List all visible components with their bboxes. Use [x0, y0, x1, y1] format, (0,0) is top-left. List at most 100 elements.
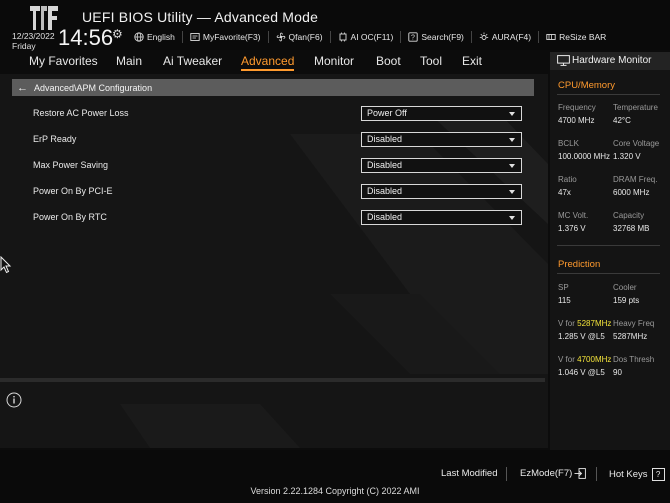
ratio-value: 47x [558, 188, 571, 197]
prediction-heading: Prediction [558, 259, 601, 270]
date-text: 12/23/2022 [12, 31, 55, 41]
tab-my-favorites[interactable]: My Favorites [29, 54, 98, 68]
hardware-monitor-panel: Hardware Monitor CPU/Memory Frequency 47… [550, 52, 670, 450]
favorite-icon [190, 33, 200, 41]
resize-bar-icon [546, 34, 556, 40]
setting-row-power-on-rtc[interactable]: Power On By RTC Disabled [0, 209, 548, 227]
qfan-label: Qfan(F6) [288, 32, 323, 42]
mc-volt-label: MC Volt. [558, 211, 589, 220]
power-on-pcie-dropdown[interactable]: Disabled [361, 184, 522, 199]
globe-icon [134, 32, 144, 42]
myfavorite-button[interactable]: MyFavorite(F3) [190, 32, 261, 42]
dropdown-value: Disabled [367, 160, 403, 170]
tab-advanced[interactable]: Advanced [241, 54, 295, 71]
aura-label: AURA(F4) [491, 32, 532, 42]
freq2-value: 4700MHz [577, 355, 612, 364]
v-for-text: V for [558, 355, 575, 364]
setting-label: ErP Ready [33, 134, 77, 144]
day-text: Friday [12, 41, 36, 51]
section-divider [557, 273, 660, 274]
dropdown-value: Disabled [367, 134, 403, 144]
last-modified-button[interactable]: Last Modified [441, 468, 498, 479]
setting-label: Restore AC Power Loss [33, 108, 129, 118]
caret-down-icon [509, 190, 515, 194]
capacity-label: Capacity [613, 211, 645, 220]
aura-icon [479, 32, 489, 40]
v-for-text: V for [558, 319, 575, 328]
hot-keys-button[interactable]: Hot Keys ? [609, 468, 665, 481]
tab-boot[interactable]: Boot [376, 54, 401, 68]
ezmode-label: EzMode(F7) [520, 468, 573, 479]
restore-ac-dropdown[interactable]: Power Off [361, 106, 522, 121]
hardware-monitor-title: Hardware Monitor [572, 55, 652, 66]
language-label: English [147, 32, 175, 42]
fan-icon [276, 32, 285, 42]
section-divider [557, 245, 660, 246]
sp-label: SP [558, 283, 569, 292]
ezmode-button[interactable]: EzMode(F7) [520, 468, 587, 479]
resize-bar-button[interactable]: ReSize BAR [546, 32, 606, 42]
footer-divider [596, 467, 597, 481]
search-button[interactable]: ? Search(F9) [408, 32, 464, 42]
cooler-label: Cooler [613, 283, 637, 292]
heavy-freq-value: 5287MHz [613, 332, 648, 341]
dos-thresh-value: 90 [613, 368, 622, 377]
setting-row-restore-ac[interactable]: Restore AC Power Loss Power Off [0, 105, 548, 123]
monitor-icon [557, 55, 570, 66]
power-on-rtc-dropdown[interactable]: Disabled [361, 210, 522, 225]
bclk-value: 100.0000 MHz [558, 152, 611, 161]
ratio-label: Ratio [558, 175, 577, 184]
section-divider [557, 94, 660, 95]
hot-keys-label: Hot Keys [609, 469, 648, 480]
help-divider [0, 378, 545, 382]
setting-row-power-on-pcie[interactable]: Power On By PCI-E Disabled [0, 183, 548, 201]
toolbar-divider [400, 31, 402, 43]
last-modified-label: Last Modified [441, 468, 498, 479]
setting-row-erp-ready[interactable]: ErP Ready Disabled [0, 131, 548, 149]
cooler-value: 159 pts [613, 296, 640, 305]
core-voltage-label: Core Voltage [613, 139, 660, 148]
sp-value: 115 [558, 296, 571, 305]
max-power-saving-dropdown[interactable]: Disabled [361, 158, 522, 173]
ai-oc-button[interactable]: AI OC(F11) [338, 32, 394, 42]
main-nav: My Favorites Main Ai Tweaker Advanced Mo… [0, 52, 548, 72]
search-label: Search(F9) [421, 32, 464, 42]
ai-oc-label: AI OC(F11) [350, 32, 394, 42]
help-search-icon: ? [408, 32, 419, 42]
mc-volt-value: 1.376 V [558, 224, 586, 233]
frequency-label: Frequency [558, 103, 596, 112]
ai-oc-icon [339, 32, 346, 42]
tab-main[interactable]: Main [116, 54, 142, 68]
aura-button[interactable]: AURA(F4) [479, 32, 531, 42]
hardware-monitor-header: Hardware Monitor [550, 52, 670, 70]
back-arrow-icon[interactable]: ← [17, 82, 28, 94]
dropdown-value: Disabled [367, 212, 403, 222]
footer-bar: Last Modified EzMode(F7) Hot Keys ? Vers… [0, 450, 670, 503]
cpu-memory-heading: CPU/Memory [558, 80, 616, 91]
dos-thresh-label: Dos Thresh [613, 355, 655, 364]
erp-ready-dropdown[interactable]: Disabled [361, 132, 522, 147]
footer-divider [506, 467, 507, 481]
heavy-freq-label: Heavy Freq [613, 319, 655, 328]
tab-exit[interactable]: Exit [462, 54, 482, 68]
temperature-label: Temperature [613, 103, 658, 112]
setting-row-max-power-saving[interactable]: Max Power Saving Disabled [0, 157, 548, 175]
tab-monitor[interactable]: Monitor [314, 54, 354, 68]
setting-label: Power On By PCI-E [33, 186, 113, 196]
tab-ai-tweaker[interactable]: Ai Tweaker [163, 54, 222, 68]
frequency-value: 4700 MHz [558, 116, 595, 125]
v-for-label: V for 5287MHz [558, 319, 611, 328]
resize-bar-label: ReSize BAR [559, 32, 607, 42]
tab-tool[interactable]: Tool [420, 54, 442, 68]
settings-panel: ← Advanced\APM Configuration Restore AC … [0, 74, 548, 448]
language-button[interactable]: English [134, 32, 175, 42]
mouse-cursor-icon [0, 256, 12, 274]
qfan-button[interactable]: Qfan(F6) [276, 32, 323, 42]
freq1-value: 5287MHz [577, 319, 612, 328]
setting-label: Max Power Saving [33, 160, 109, 170]
date-display: 12/23/2022 Friday [12, 31, 55, 51]
clock-settings-icon[interactable]: ⚙ [112, 27, 123, 41]
caret-down-icon [509, 164, 515, 168]
breadcrumb[interactable]: ← Advanced\APM Configuration [12, 79, 534, 96]
bclk-label: BCLK [558, 139, 579, 148]
